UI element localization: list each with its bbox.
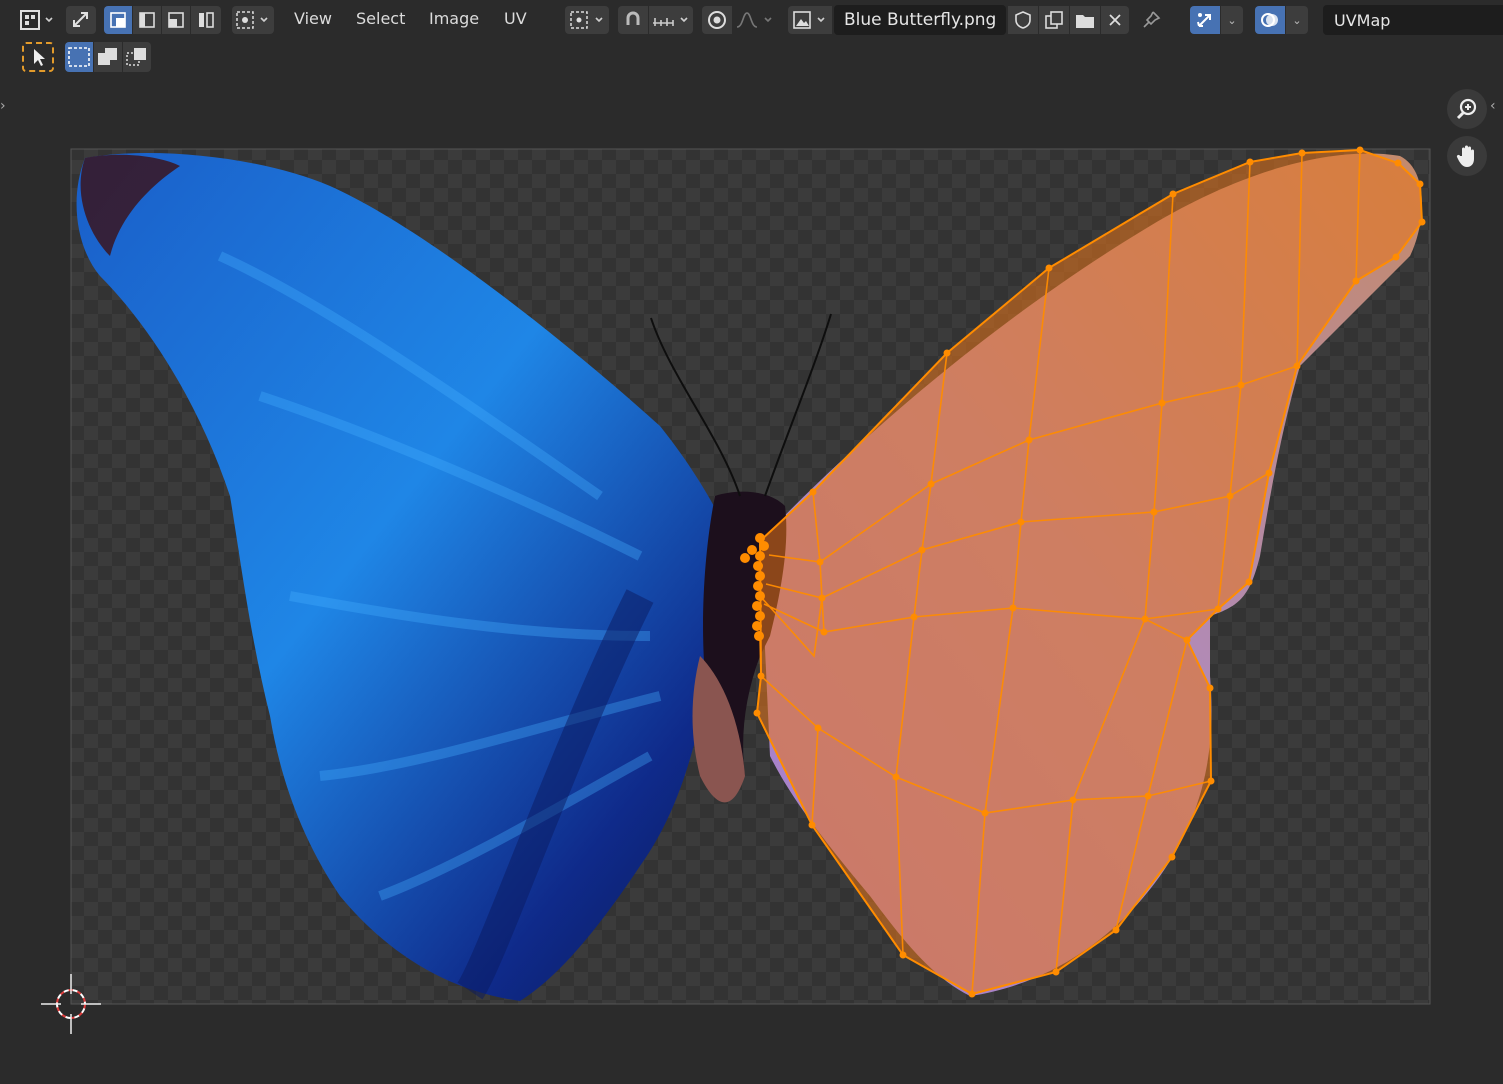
- unlink-x-icon: [1109, 14, 1121, 26]
- image-name-field[interactable]: Blue Butterfly.png: [834, 5, 1006, 35]
- pin-icon: [1143, 11, 1161, 28]
- toolbar-expand-arrow[interactable]: ›: [0, 98, 6, 114]
- island-select-mode-button[interactable]: [191, 6, 221, 34]
- new-image-button[interactable]: [1039, 6, 1069, 34]
- select-mode-subtract-button[interactable]: [123, 42, 151, 72]
- proportional-edit-toggle[interactable]: [702, 6, 732, 34]
- pan-button[interactable]: [1447, 136, 1487, 176]
- pin-image-toggle[interactable]: [1136, 6, 1166, 34]
- editor-header: View Select Image UV Blue Butterfly.png …: [0, 0, 1503, 40]
- vertex-select-icon: [110, 12, 126, 28]
- fake-user-shield-icon: [1015, 11, 1031, 29]
- select-mode-new-button[interactable]: [65, 42, 93, 72]
- edge-select-icon: [139, 12, 155, 28]
- sync-selection-button[interactable]: [66, 6, 96, 34]
- sync-selection-icon: [73, 12, 88, 27]
- proportional-edit-icon: [708, 11, 726, 29]
- uv-canvas[interactable]: › ‹: [0, 76, 1503, 1080]
- zoom-icon: [1456, 98, 1477, 120]
- falloff-curve-icon: [736, 12, 772, 28]
- snap-increment-icon: [653, 17, 688, 26]
- gizmo-toggle[interactable]: [1190, 6, 1220, 34]
- unlink-image-button[interactable]: [1101, 6, 1129, 34]
- proportional-falloff-dropdown[interactable]: [733, 6, 777, 34]
- image-browse-icon: [793, 11, 825, 29]
- duplicate-image-icon: [1045, 11, 1063, 29]
- overlay-toggle[interactable]: [1255, 6, 1285, 34]
- cursor-select-icon: [34, 49, 45, 66]
- snap-toggle[interactable]: [618, 6, 648, 34]
- pivot-point-icon: [570, 11, 603, 29]
- gizmo-dropdown[interactable]: ⌄: [1221, 6, 1243, 34]
- select-tool-button[interactable]: [22, 42, 54, 72]
- zoom-button[interactable]: [1447, 89, 1487, 129]
- select-new-icon: [68, 47, 90, 67]
- select-subtract-icon: [126, 48, 146, 66]
- select-extend-icon: [98, 48, 117, 65]
- snap-icon: [626, 11, 640, 25]
- image-menu[interactable]: Image: [429, 9, 479, 28]
- edge-select-mode-button[interactable]: [133, 6, 161, 34]
- uv-editor-icon: [20, 10, 53, 30]
- sticky-selection-dropdown[interactable]: [232, 6, 274, 34]
- uv-editor-viewport[interactable]: [0, 76, 1503, 1080]
- face-select-icon: [168, 12, 184, 28]
- image-browse-dropdown[interactable]: [788, 6, 832, 34]
- sticky-select-icon: [236, 11, 268, 29]
- open-image-button[interactable]: [1070, 6, 1100, 34]
- overlay-dropdown[interactable]: ⌄: [1286, 6, 1308, 34]
- fake-user-button[interactable]: [1008, 6, 1038, 34]
- face-select-mode-button[interactable]: [162, 6, 190, 34]
- view-menu[interactable]: View: [294, 9, 332, 28]
- uv-map-selector[interactable]: UVMap: [1323, 5, 1503, 35]
- vertex-select-mode-button[interactable]: [104, 6, 132, 34]
- snap-target-dropdown[interactable]: [649, 6, 693, 34]
- editor-type-dropdown[interactable]: [14, 6, 58, 34]
- open-folder-icon: [1076, 15, 1094, 28]
- select-menu[interactable]: Select: [356, 9, 405, 28]
- overlay-icon: [1261, 13, 1278, 27]
- pivot-point-dropdown[interactable]: [565, 6, 609, 34]
- hand-pan-icon: [1456, 145, 1474, 167]
- gizmo-icon: [1197, 13, 1211, 27]
- island-select-icon: [199, 12, 214, 28]
- select-mode-extend-button[interactable]: [94, 42, 122, 72]
- uv-menu[interactable]: UV: [504, 9, 527, 28]
- sidebar-expand-arrow[interactable]: ‹: [1490, 98, 1496, 114]
